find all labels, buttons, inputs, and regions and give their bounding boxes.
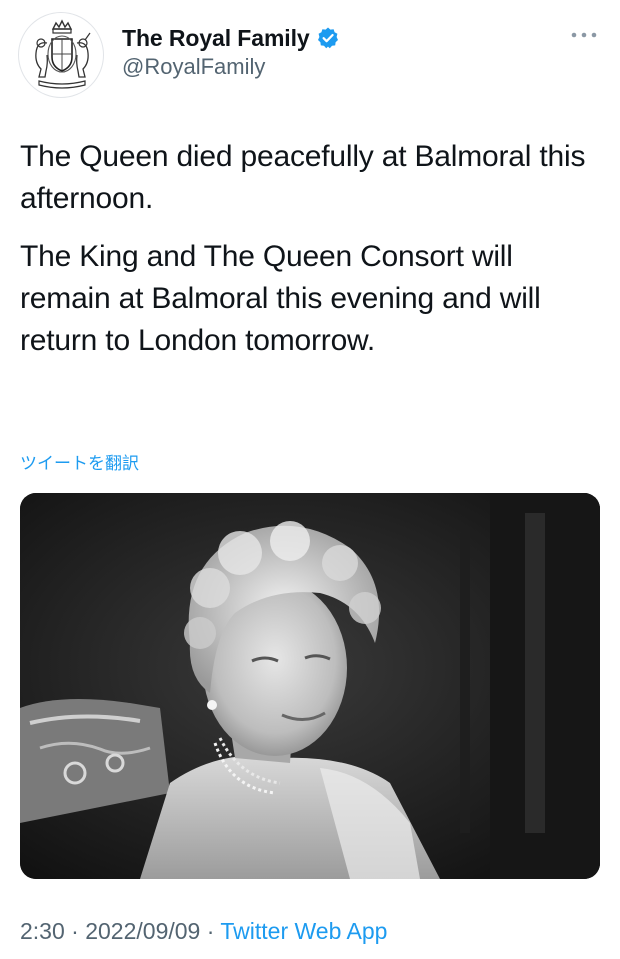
tweet-text: The Queen died peacefully at Balmoral th… bbox=[20, 136, 600, 378]
display-name[interactable]: The Royal Family bbox=[122, 25, 310, 52]
translate-tweet-link[interactable]: ツイートを翻訳 bbox=[20, 449, 139, 474]
account-handle[interactable]: @RoyalFamily bbox=[122, 54, 340, 80]
tweet-time[interactable]: 2:30 bbox=[20, 918, 65, 944]
display-name-row: The Royal Family bbox=[122, 24, 340, 52]
tweet-paragraph: The King and The Queen Consort will rema… bbox=[20, 240, 541, 357]
royal-coat-of-arms-icon bbox=[35, 19, 91, 89]
account-names: The Royal Family @RoyalFamily bbox=[122, 24, 340, 80]
tweet-photo[interactable] bbox=[20, 493, 600, 879]
verified-badge-icon bbox=[317, 27, 338, 49]
tweet-header: The Royal Family @RoyalFamily bbox=[18, 12, 602, 98]
tweet-source-link[interactable]: Twitter Web App bbox=[220, 918, 387, 944]
meta-separator: · bbox=[71, 918, 79, 944]
tweet-meta: 2:30 · 2022/09/09 · Twitter Web App bbox=[20, 918, 387, 945]
avatar[interactable] bbox=[18, 12, 104, 98]
tweet-paragraph: The Queen died peacefully at Balmoral th… bbox=[20, 140, 586, 215]
photo-icon bbox=[20, 493, 600, 879]
tweet-date[interactable]: 2022/09/09 bbox=[85, 918, 200, 944]
meta-separator: · bbox=[206, 918, 215, 944]
more-options-icon[interactable] bbox=[570, 30, 598, 40]
